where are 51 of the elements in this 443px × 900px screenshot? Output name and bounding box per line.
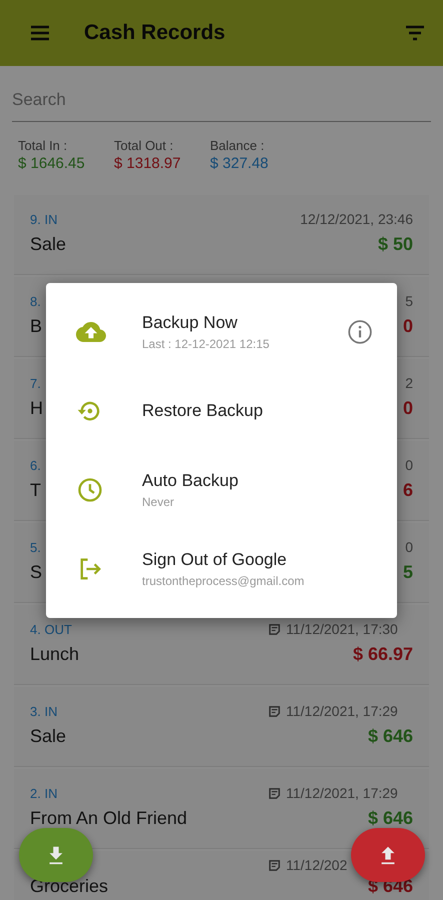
record-name: H (30, 398, 43, 419)
record-amount: $ 50 (378, 234, 413, 255)
record-label: 5. (30, 540, 41, 554)
app-title: Cash Records (84, 21, 226, 45)
record-name: Groceries (30, 876, 108, 897)
record-label: 4. OUT (30, 622, 72, 636)
record-name: From An Old Friend (30, 808, 188, 829)
record-name: S (30, 562, 42, 583)
record-date: 11/12/202 (286, 857, 348, 873)
record-label: 7. (30, 376, 41, 390)
total-value: $ 1318.97 (114, 155, 182, 172)
record-date: 0 (405, 539, 413, 555)
clock-icon (76, 476, 104, 504)
record-name: Lunch (30, 644, 80, 665)
total-label: Balance : (210, 138, 266, 153)
record-label: 3. IN (30, 704, 58, 718)
info-icon[interactable] (347, 319, 373, 346)
record-name: T (30, 480, 41, 501)
total-label: Total Out : (114, 138, 174, 153)
menu-item-title[interactable]: Backup Now (142, 313, 347, 334)
menu-item-title[interactable]: Auto Backup (142, 470, 373, 491)
record-amount: $ 66.97 (352, 644, 413, 665)
menu-item-subtitle: Never (142, 494, 176, 509)
record-name: Sale (30, 726, 66, 747)
total-value: $ 327.48 (210, 155, 270, 172)
search-field[interactable]: Search (12, 78, 431, 122)
record-date: 12/12/2021, 23:46 (300, 211, 413, 227)
record-amount: 6 (402, 480, 413, 501)
record-amount: 5 (402, 562, 413, 583)
record-date: 2 (405, 375, 413, 391)
record-amount: 0 (402, 398, 413, 419)
record-label: 9. IN (30, 212, 58, 226)
total-label: Total In : (18, 138, 68, 153)
record-amount: $ 646 (368, 808, 413, 829)
record-amount: 0 (402, 316, 413, 337)
menu-item-title[interactable]: Restore Backup (142, 401, 373, 422)
record-label: 2. IN (30, 786, 58, 800)
record-date: 11/12/2021, 17:29 (286, 703, 399, 719)
record-date: 5 (405, 293, 413, 309)
record-label: 8. (30, 294, 41, 308)
record-name: Sale (30, 234, 66, 255)
record-date: 0 (405, 457, 413, 473)
total-value: $ 1646.45 (18, 155, 86, 172)
record-date: 11/12/2021, 17:30 (286, 621, 399, 637)
record-name: B (30, 316, 42, 337)
menu-item-title[interactable]: Sign Out of Google (142, 550, 373, 570)
menu-item-subtitle: Last : 12-12-2021 12:15 (142, 337, 270, 352)
record-amount: $ 646 (368, 726, 413, 747)
record-label: 6. (30, 458, 41, 472)
menu-item-subtitle: trustontheprocess@gmail.com (142, 574, 306, 588)
record-date: 11/12/2021, 17:29 (286, 785, 399, 801)
